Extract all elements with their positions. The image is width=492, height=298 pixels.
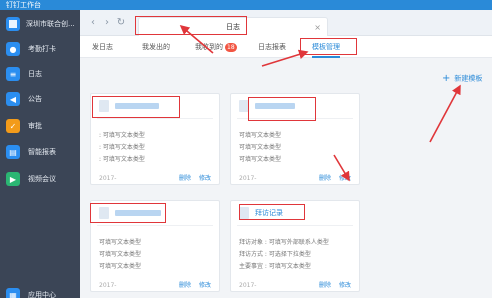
plus-icon: + — [442, 73, 451, 84]
template-field: 可填写文本类型 — [99, 239, 142, 246]
megaphone-icon: ◀ — [6, 92, 20, 106]
delete-link[interactable]: 删除 — [179, 280, 191, 289]
edit-link[interactable]: 修改 — [339, 173, 351, 182]
tab-log[interactable]: 日志 × — [138, 17, 328, 36]
template-card[interactable]: 可填写文本类型 可填写文本类型 可填写文本类型 2017- 删除 修改 — [90, 200, 220, 292]
toolbar: ‹ › ↻ 日志 × — [80, 10, 492, 36]
sidebar-item-label: 应用中心 — [28, 291, 56, 298]
org-icon — [6, 17, 20, 31]
template-field: 可填写文本类型 — [239, 144, 282, 151]
sub-navigation: 发日志 我发出的 我收到的 18 日志报表 模板管理 — [80, 36, 492, 58]
edit-link[interactable]: 修改 — [199, 280, 211, 289]
sidebar-item-label: 公告 — [28, 95, 42, 103]
edit-link[interactable]: 修改 — [339, 280, 351, 289]
template-card[interactable]: 拜访记录 拜访对象 : 可填写外部联系人类型 拜访方式 : 可选择下拉类型 主要… — [230, 200, 360, 292]
card-header: 拜访记录 — [231, 201, 359, 225]
sidebar-item-label: 日志 — [28, 70, 42, 78]
template-field: 可填写文本类型 — [99, 263, 142, 270]
location-pin-icon: ● — [6, 42, 20, 56]
new-template-label: 新建模板 — [454, 74, 483, 83]
template-field: : 可填写文本类型 — [99, 132, 145, 139]
template-card[interactable]: : 可填写文本类型 : 可填写文本类型 : 可填写文本类型 2017- 删除 修… — [90, 93, 220, 185]
window-title: 钉钉工作台 — [6, 1, 41, 9]
card-header — [231, 94, 359, 118]
template-field: 可填写文本类型 — [239, 156, 282, 163]
video-icon: ▶ — [6, 172, 20, 186]
updated-time: 2017- — [239, 175, 257, 182]
template-icon — [99, 207, 109, 219]
sidebar-item-label: 审批 — [28, 122, 42, 130]
tab-template-management[interactable]: 模板管理 — [312, 36, 340, 58]
delete-link[interactable]: 删除 — [319, 173, 331, 182]
template-field: : 可填写文本类型 — [99, 156, 145, 163]
log-icon: ≡ — [6, 67, 20, 81]
card-header — [91, 94, 219, 118]
template-name — [115, 210, 161, 216]
divider — [237, 118, 353, 119]
sidebar-item-label: 智能报表 — [28, 148, 56, 156]
template-name: 拜访记录 — [255, 209, 283, 217]
template-field: 拜访对象 : 可填写外部联系人类型 — [239, 239, 329, 246]
template-field: : 可填写文本类型 — [99, 144, 145, 151]
template-field: 可填写文本类型 — [239, 132, 282, 139]
org-name: 深圳市联合创... — [26, 20, 75, 28]
sidebar-item-smart-report[interactable]: ▤ 智能报表 — [0, 141, 80, 163]
updated-time: 2017- — [239, 282, 257, 289]
template-icon — [99, 100, 109, 112]
sidebar-item-attendance[interactable]: ● 考勤打卡 — [0, 38, 80, 60]
tab-write-log[interactable]: 发日志 — [92, 36, 113, 58]
sidebar-item-log[interactable]: ≡ 日志 — [0, 63, 80, 85]
sidebar-item-label: 考勤打卡 — [28, 45, 56, 53]
close-icon[interactable]: × — [314, 18, 321, 37]
tab-received-label: 我收到的 — [195, 43, 223, 51]
sidebar-item-label: 视频会议 — [28, 175, 56, 183]
updated-time: 2017- — [99, 175, 117, 182]
template-name — [115, 103, 159, 109]
divider — [97, 225, 213, 226]
updated-time: 2017- — [99, 282, 117, 289]
title-bar: 钉钉工作台 — [0, 0, 492, 10]
sidebar-item-announcement[interactable]: ◀ 公告 — [0, 88, 80, 110]
sidebar: 深圳市联合创... ● 考勤打卡 ≡ 日志 ◀ 公告 ✓ 审批 ▤ 智能报表 ▶… — [0, 10, 80, 298]
new-template-button[interactable]: + 新建模板 — [442, 73, 482, 84]
org-switcher[interactable]: 深圳市联合创... — [0, 13, 80, 35]
template-icon — [239, 100, 249, 112]
template-name — [255, 103, 295, 109]
tab-label: 日志 — [226, 23, 240, 31]
app-center-icon: ▦ — [6, 288, 20, 298]
tab-sent[interactable]: 我发出的 — [142, 36, 170, 58]
divider — [237, 225, 353, 226]
forward-icon[interactable]: › — [101, 17, 113, 29]
template-field: 主要事宜 : 可填写文本类型 — [239, 263, 311, 270]
sidebar-item-video-meeting[interactable]: ▶ 视频会议 — [0, 168, 80, 190]
refresh-icon[interactable]: ↻ — [115, 17, 127, 29]
sidebar-item-app-center[interactable]: ▦ 应用中心 — [0, 284, 80, 298]
template-card[interactable]: 可填写文本类型 可填写文本类型 可填写文本类型 2017- 删除 修改 — [230, 93, 360, 185]
edit-link[interactable]: 修改 — [199, 173, 211, 182]
tab-received[interactable]: 我收到的 18 — [195, 36, 237, 58]
template-field: 可填写文本类型 — [99, 251, 142, 258]
sidebar-item-approval[interactable]: ✓ 审批 — [0, 115, 80, 137]
approval-icon: ✓ — [6, 119, 20, 133]
template-icon — [239, 207, 249, 219]
unread-badge: 18 — [225, 42, 237, 52]
delete-link[interactable]: 删除 — [179, 173, 191, 182]
card-header — [91, 201, 219, 225]
tab-log-report[interactable]: 日志报表 — [258, 36, 286, 58]
divider — [97, 118, 213, 119]
delete-link[interactable]: 删除 — [319, 280, 331, 289]
back-icon[interactable]: ‹ — [87, 17, 99, 29]
report-icon: ▤ — [6, 145, 20, 159]
template-field: 拜访方式 : 可选择下拉类型 — [239, 251, 311, 258]
